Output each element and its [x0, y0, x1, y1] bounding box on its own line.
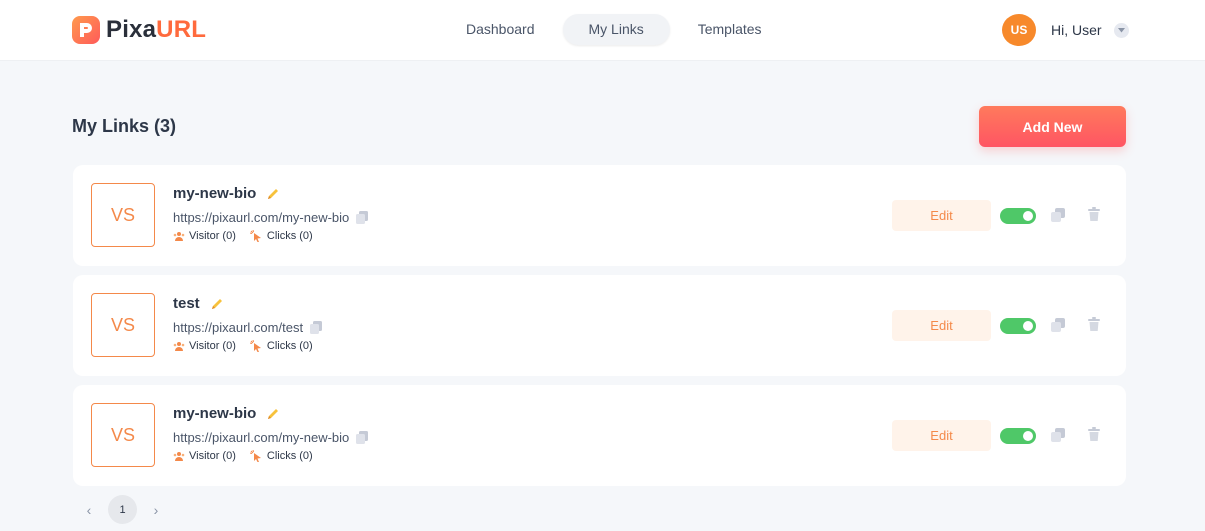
- clicks-stat: Clicks (0): [249, 230, 313, 242]
- pencil-icon[interactable]: [210, 297, 224, 311]
- page-number-1[interactable]: 1: [108, 495, 137, 524]
- link-url: https://pixaurl.com/my-new-bio: [173, 210, 369, 225]
- enable-toggle[interactable]: [1000, 208, 1036, 224]
- user-menu[interactable]: US Hi, User: [1002, 14, 1129, 46]
- add-new-button[interactable]: Add New: [979, 106, 1126, 147]
- trash-icon[interactable]: [1088, 317, 1100, 331]
- visitor-stat: Visitor (0): [173, 450, 236, 462]
- visitor-count: Visitor (0): [189, 230, 236, 242]
- visitor-stat: Visitor (0): [173, 230, 236, 242]
- nav-my-links[interactable]: My Links: [562, 14, 670, 45]
- duplicate-icon[interactable]: [1051, 208, 1065, 222]
- edit-button[interactable]: Edit: [892, 310, 991, 341]
- link-title: my-new-bio: [173, 405, 280, 422]
- link-url: https://pixaurl.com/test: [173, 320, 323, 335]
- toggle-knob: [1023, 321, 1033, 331]
- link-url: https://pixaurl.com/my-new-bio: [173, 430, 369, 445]
- link-title: test: [173, 295, 224, 312]
- link-url-text[interactable]: https://pixaurl.com/test: [173, 320, 303, 335]
- visitor-stat: Visitor (0): [173, 340, 236, 352]
- avatar[interactable]: US: [1002, 14, 1036, 46]
- link-thumbnail[interactable]: VS: [91, 293, 155, 357]
- link-name: my-new-bio: [173, 185, 257, 202]
- link-thumbnail[interactable]: VS: [91, 183, 155, 247]
- clicks-count: Clicks (0): [266, 450, 313, 462]
- next-page-button[interactable]: ›: [147, 495, 165, 524]
- clicks-count: Clicks (0): [266, 230, 313, 242]
- link-name: test: [173, 295, 200, 312]
- pencil-icon[interactable]: [266, 187, 280, 201]
- link-stats: Visitor (0) Clicks (0): [173, 230, 327, 242]
- duplicate-icon[interactable]: [1051, 318, 1065, 332]
- main-nav: Dashboard My Links Templates: [440, 14, 790, 45]
- link-card: VS my-new-bio https://pixaurl.com/my-new…: [73, 165, 1126, 266]
- link-card: VS my-new-bio https://pixaurl.com/my-new…: [73, 385, 1126, 486]
- copy-url-icon[interactable]: [356, 211, 369, 224]
- edit-button[interactable]: Edit: [892, 420, 991, 451]
- pagination: ‹ 1 ›: [80, 495, 165, 524]
- trash-icon[interactable]: [1088, 427, 1100, 441]
- link-name: my-new-bio: [173, 405, 257, 422]
- link-stats: Visitor (0) Clicks (0): [173, 450, 327, 462]
- brand-logo[interactable]: PixaURL: [72, 15, 206, 45]
- pencil-icon[interactable]: [266, 407, 280, 421]
- page-title: My Links (3): [72, 116, 177, 136]
- copy-url-icon[interactable]: [356, 431, 369, 444]
- link-url-text[interactable]: https://pixaurl.com/my-new-bio: [173, 430, 349, 445]
- toggle-knob: [1023, 211, 1033, 221]
- copy-url-icon[interactable]: [310, 321, 323, 334]
- trash-icon[interactable]: [1088, 207, 1100, 221]
- enable-toggle[interactable]: [1000, 318, 1036, 334]
- clicks-count: Clicks (0): [266, 340, 313, 352]
- link-stats: Visitor (0) Clicks (0): [173, 340, 327, 352]
- brand-name: PixaURL: [106, 16, 207, 43]
- visitors-icon: [173, 231, 185, 241]
- nav-templates[interactable]: Templates: [672, 14, 788, 45]
- enable-toggle[interactable]: [1000, 428, 1036, 444]
- toggle-knob: [1023, 431, 1033, 441]
- clicks-stat: Clicks (0): [249, 340, 313, 352]
- logo-icon: [72, 16, 100, 44]
- cursor-click-icon: [249, 230, 263, 242]
- edit-button[interactable]: Edit: [892, 200, 991, 231]
- clicks-stat: Clicks (0): [249, 450, 313, 462]
- link-url-text[interactable]: https://pixaurl.com/my-new-bio: [173, 210, 349, 225]
- prev-page-button[interactable]: ‹: [80, 495, 98, 524]
- duplicate-icon[interactable]: [1051, 428, 1065, 442]
- top-navbar: PixaURL Dashboard My Links Templates US …: [0, 0, 1205, 61]
- link-thumbnail[interactable]: VS: [91, 403, 155, 467]
- visitor-count: Visitor (0): [189, 450, 236, 462]
- link-card: VS test https://pixaurl.com/test Visitor…: [73, 275, 1126, 376]
- visitors-icon: [173, 341, 185, 351]
- nav-dashboard[interactable]: Dashboard: [440, 14, 561, 45]
- user-greeting[interactable]: Hi, User: [1051, 22, 1102, 38]
- cursor-click-icon: [249, 450, 263, 462]
- visitor-count: Visitor (0): [189, 340, 236, 352]
- visitors-icon: [173, 451, 185, 461]
- chevron-down-icon[interactable]: [1113, 22, 1129, 38]
- link-title: my-new-bio: [173, 185, 280, 202]
- cursor-click-icon: [249, 340, 263, 352]
